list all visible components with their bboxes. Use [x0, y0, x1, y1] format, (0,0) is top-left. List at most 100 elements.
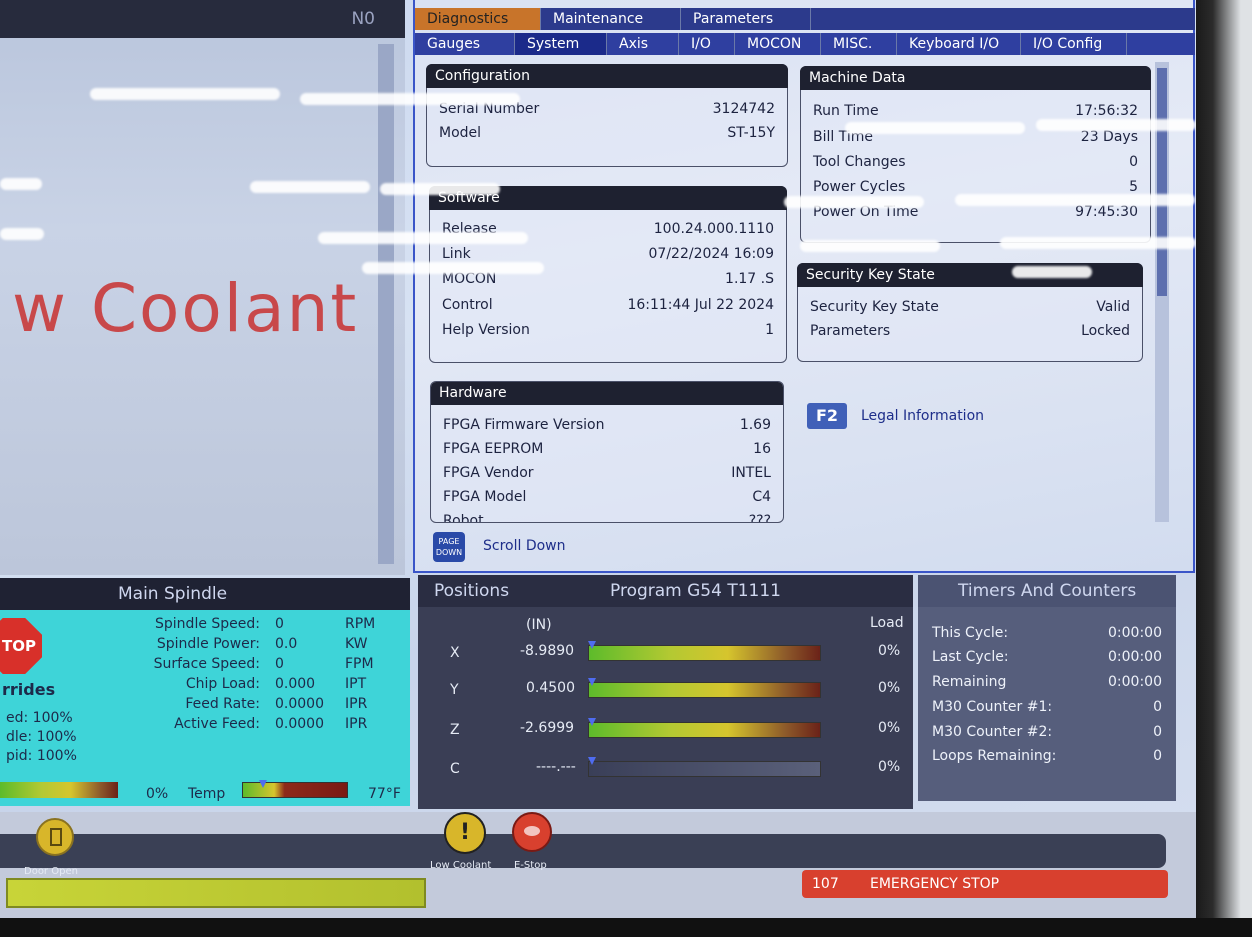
glare-streak: [0, 178, 42, 190]
timer-value: 0:00:00: [1108, 625, 1162, 641]
axis-load: 0%: [878, 759, 901, 775]
software-row: Control 16:11:44 Jul 22 2024: [442, 297, 774, 313]
spindle-panel: Main Spindle TOP rrides ed: 100% dle: 10…: [0, 578, 410, 806]
alarm-message: EMERGENCY STOP: [870, 876, 1000, 892]
glare-streak: [90, 88, 280, 100]
legal-information-link[interactable]: Legal Information: [861, 408, 984, 424]
alarm-bar[interactable]: 107 EMERGENCY STOP: [802, 870, 1168, 898]
axis-load: 0%: [878, 643, 901, 659]
timers-header: Timers And Counters: [918, 575, 1176, 607]
page-down-icon[interactable]: PAGE DOWN: [433, 532, 465, 562]
timer-value: 0: [1153, 724, 1162, 740]
machine-row: Tool Changes 0: [813, 154, 1138, 170]
glare-streak: [800, 240, 940, 252]
top-tabs: Diagnostics Maintenance Parameters: [415, 8, 1195, 30]
spindle-header: Main Spindle: [0, 578, 410, 610]
timer-label: M30 Counter #1:: [932, 699, 1053, 715]
hardware-value: C4: [752, 489, 771, 505]
f2-key-icon[interactable]: F2: [807, 403, 847, 429]
cnc-screen: N0 w Coolant Diagnostics Maintenance Par…: [0, 0, 1200, 918]
spindle-stat-unit: FPM: [345, 656, 374, 672]
scroll-thumb[interactable]: [1157, 68, 1167, 296]
tab-axis[interactable]: Axis: [607, 33, 679, 55]
e-stop-label: E-Stop: [514, 860, 547, 871]
tab-maintenance[interactable]: Maintenance: [541, 8, 681, 30]
machine-value: 23 Days: [1080, 129, 1138, 145]
axis-label: C: [450, 761, 460, 777]
tab-gauges[interactable]: Gauges: [415, 33, 515, 55]
scroll-down-label[interactable]: Scroll Down: [483, 538, 566, 554]
diagnostics-scrollbar[interactable]: [1155, 62, 1169, 522]
security-row: Parameters Locked: [810, 323, 1130, 339]
spindle-load-bar: [0, 782, 118, 798]
tab-mocon[interactable]: MOCON: [735, 33, 821, 55]
timer-value: 0:00:00: [1108, 674, 1162, 690]
spindle-stat-unit: IPR: [345, 716, 368, 732]
axis-load: 0%: [878, 680, 901, 696]
glare-streak: [380, 183, 500, 195]
hardware-label: FPGA Firmware Version: [443, 417, 605, 433]
spindle-stats: Spindle Speed: 0 RPM Spindle Power: 0.0 …: [0, 616, 410, 746]
status-bar-dark: [0, 834, 1166, 868]
tab-io[interactable]: I/O: [679, 33, 735, 55]
spindle-stat-label: Spindle Speed:: [155, 616, 260, 632]
security-value: Locked: [1081, 323, 1130, 339]
glare-streak: [362, 262, 544, 274]
low-coolant-icon: !: [444, 812, 486, 854]
axis-row-x: X -8.9890 0%: [418, 641, 913, 665]
spindle-stat-value: 0.0000: [275, 696, 324, 712]
glare-streak: [784, 196, 924, 208]
timer-label: Last Cycle:: [932, 649, 1009, 665]
software-box: Software Release 100.24.000.1110 Link 07/2…: [429, 186, 787, 363]
machine-label: Tool Changes: [813, 154, 906, 170]
tab-parameters[interactable]: Parameters: [681, 8, 811, 30]
tab-keyboard-io[interactable]: Keyboard I/O: [897, 33, 1021, 55]
security-box: Security Key State Security Key State Val…: [797, 263, 1143, 362]
spindle-stat-unit: IPT: [345, 676, 367, 692]
page-key-top: PAGE: [438, 537, 460, 546]
glare-streak: [1012, 266, 1092, 278]
config-value: 3124742: [712, 101, 775, 117]
spindle-stat-label: Chip Load:: [185, 676, 260, 692]
machine-row: Run Time 17:56:32: [813, 103, 1138, 119]
spindle-stat-value: 0: [275, 656, 284, 672]
config-value: ST-15Y: [727, 125, 775, 141]
machine-value: 0: [1129, 154, 1138, 170]
tab-misc[interactable]: MISC.: [821, 33, 897, 55]
axis-label: Z: [450, 722, 460, 738]
program-scrollbar[interactable]: [378, 44, 394, 564]
page-key-bottom: DOWN: [435, 548, 463, 557]
load-marker-icon: [588, 678, 596, 686]
machine-label: Run Time: [813, 103, 879, 119]
input-line[interactable]: [6, 878, 426, 908]
glare-streak: [1000, 237, 1196, 249]
door-open-icon: [36, 818, 74, 856]
tab-diagnostics[interactable]: Diagnostics: [415, 8, 541, 30]
timer-value: 0: [1153, 748, 1162, 764]
load-header: Load: [870, 615, 904, 631]
line-number: N0: [351, 9, 375, 29]
security-row: Security Key State Valid: [810, 299, 1130, 315]
software-label: Control: [442, 297, 493, 313]
software-value: 1.17 .S: [725, 271, 774, 287]
hardware-label: FPGA Model: [443, 489, 527, 505]
hardware-value: ???: [748, 513, 771, 523]
axis-label: Y: [450, 682, 459, 698]
software-value: 16:11:44 Jul 22 2024: [627, 297, 774, 313]
tab-system[interactable]: System: [515, 33, 607, 55]
spindle-stat-label: Surface Speed:: [153, 656, 260, 672]
spindle-stat-label: Spindle Power:: [156, 636, 260, 652]
machine-value: 97:45:30: [1075, 204, 1138, 220]
axis-row-y: Y 0.4500 0%: [418, 678, 913, 702]
spindle-stat-label: Feed Rate:: [185, 696, 260, 712]
tab-io-config[interactable]: I/O Config: [1021, 33, 1127, 55]
timer-value: 0: [1153, 699, 1162, 715]
software-row: Link 07/22/2024 16:09: [442, 246, 774, 262]
spindle-stat-value: 0: [275, 616, 284, 632]
load-marker-icon: [588, 641, 596, 649]
hardware-title: Hardware: [431, 382, 783, 405]
security-label: Security Key State: [810, 299, 939, 315]
spindle-stat-unit: KW: [345, 636, 368, 652]
software-row: Help Version 1: [442, 322, 774, 338]
axis-load-bar: [588, 722, 821, 738]
